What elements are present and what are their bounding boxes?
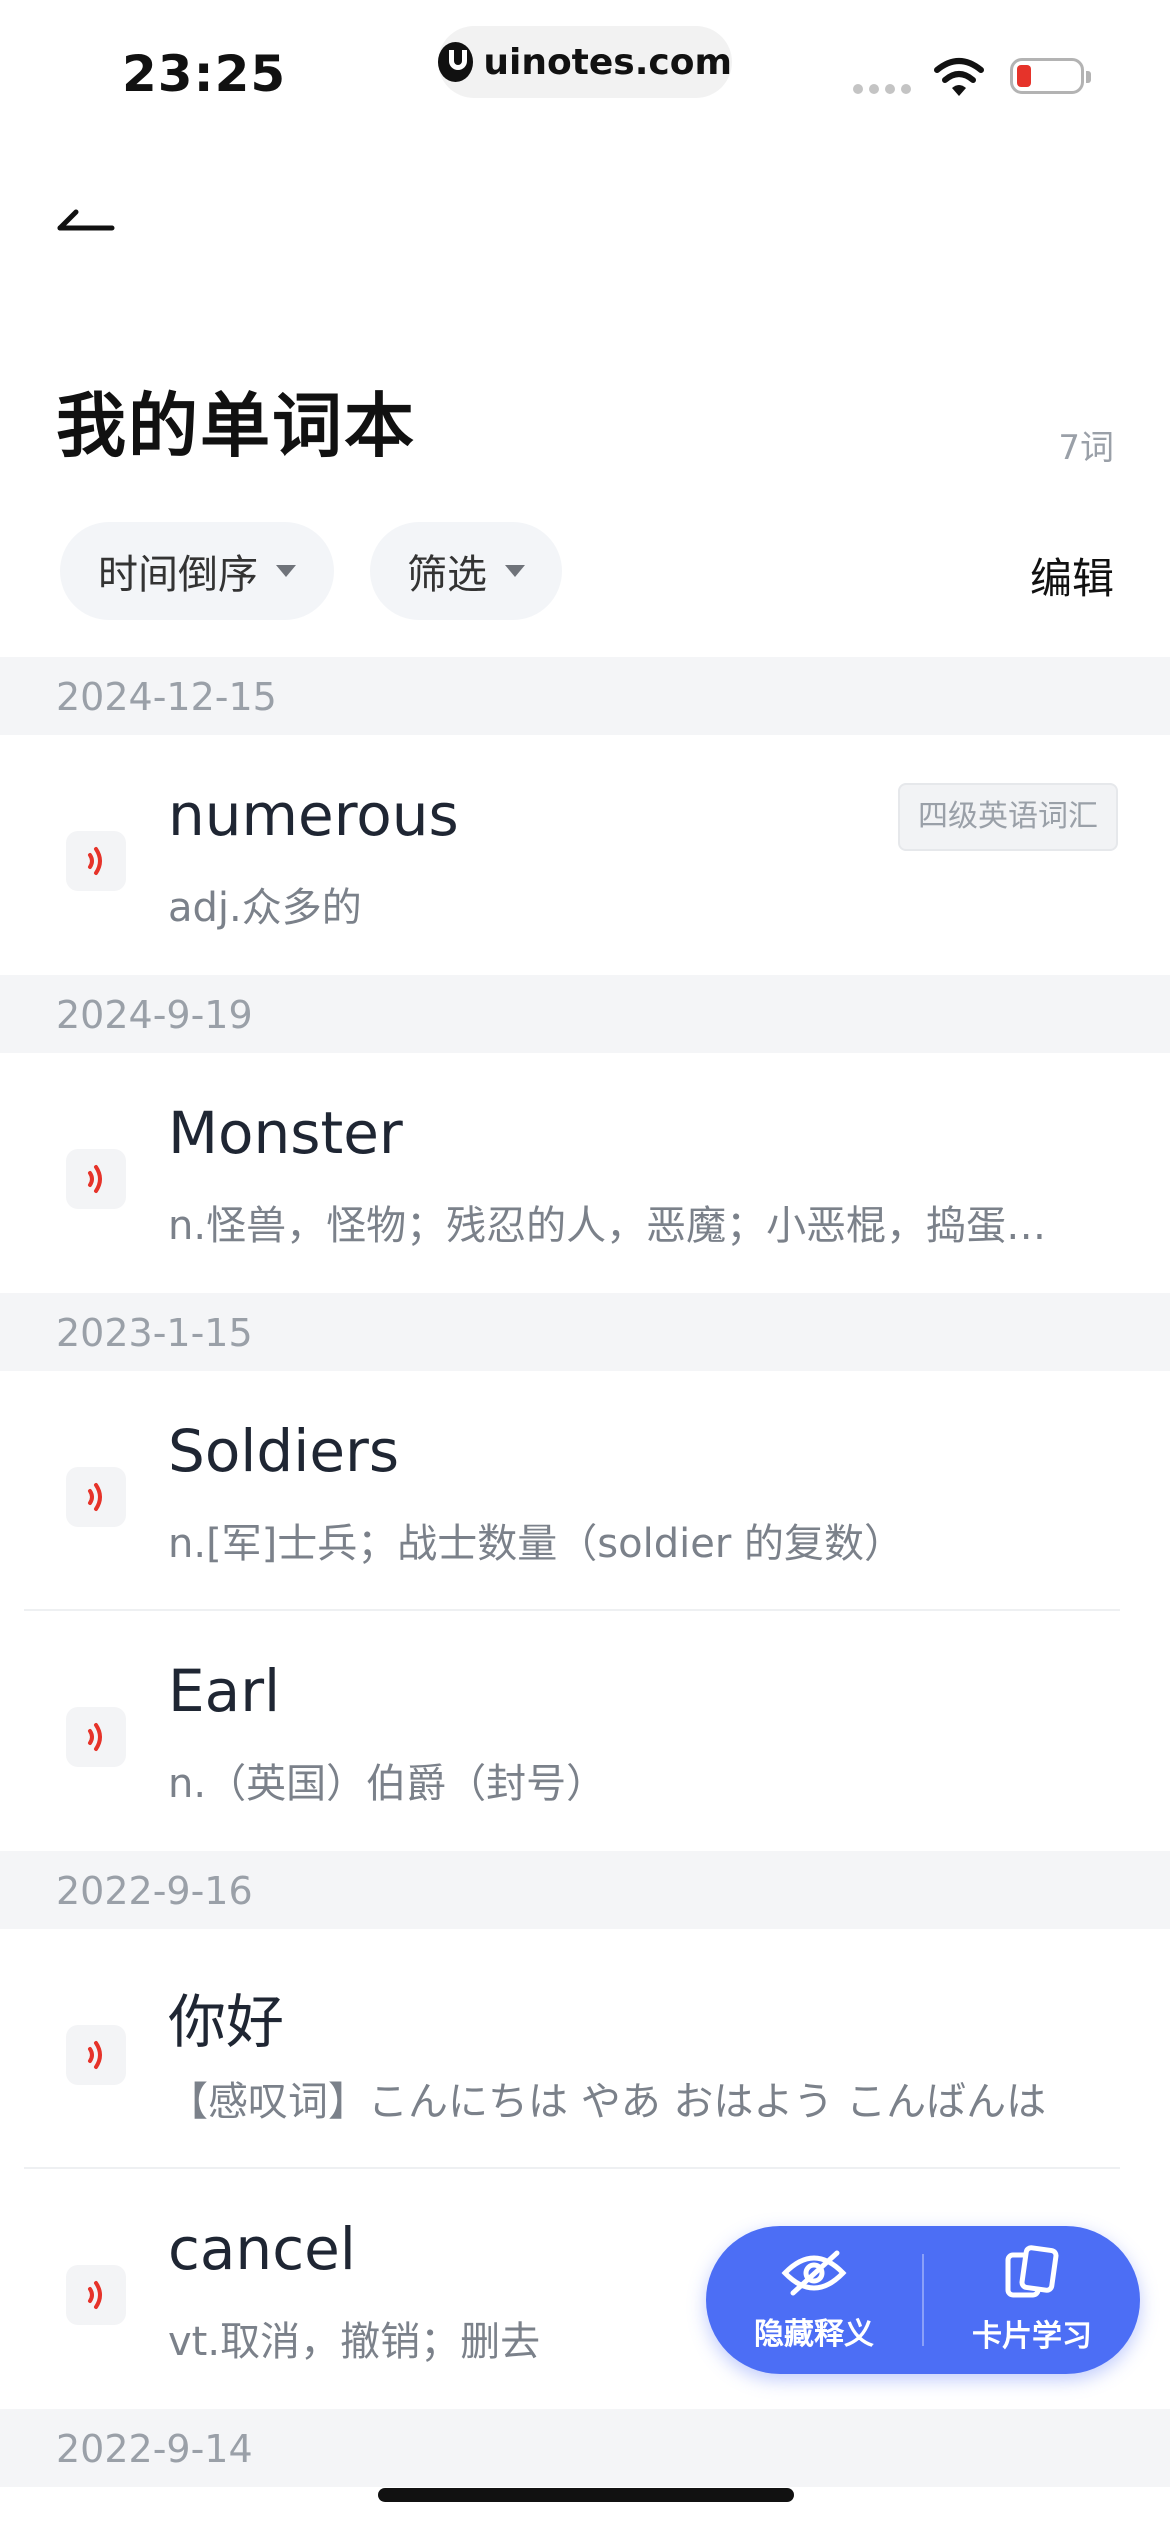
word-text: Monster bbox=[168, 1099, 403, 1167]
list-item[interactable]: Monster n.怪兽，怪物；残忍的人，恶魔；小恶棍，捣蛋… bbox=[0, 1053, 1170, 1293]
status-time: 23:25 bbox=[122, 45, 287, 103]
filter-label: 筛选 bbox=[407, 552, 487, 598]
url-text: uinotes.com bbox=[483, 41, 732, 83]
word-text: 你好 bbox=[168, 1988, 285, 2056]
floating-action-bar: 隐藏释义 卡片学习 bbox=[706, 2226, 1140, 2374]
card-study-label: 卡片学习 bbox=[972, 2319, 1092, 2354]
battery-icon bbox=[1010, 58, 1091, 94]
cards-icon bbox=[1005, 2245, 1059, 2298]
word-count: 7词 bbox=[1058, 428, 1114, 468]
list-item[interactable]: 你好 【感叹词】こんにちは やあ おはよう こんばんは bbox=[0, 1929, 1170, 2169]
speaker-icon[interactable] bbox=[66, 1149, 126, 1209]
caret-down-icon bbox=[276, 565, 296, 577]
speaker-icon[interactable] bbox=[66, 2025, 126, 2085]
back-arrow-icon[interactable] bbox=[56, 198, 116, 238]
date-separator: 2024-9-19 bbox=[0, 975, 1170, 1053]
vocab-tag: 四级英语词汇 bbox=[898, 783, 1118, 851]
filter-dropdown[interactable]: 筛选 bbox=[370, 522, 562, 620]
home-indicator[interactable] bbox=[378, 2488, 794, 2502]
status-bar: 23:25 uinotes.com bbox=[0, 0, 1170, 140]
hide-meaning-button[interactable]: 隐藏释义 bbox=[706, 2226, 922, 2374]
hide-meaning-label: 隐藏释义 bbox=[754, 2317, 874, 2352]
sort-label: 时间倒序 bbox=[98, 552, 258, 598]
speaker-icon[interactable] bbox=[66, 831, 126, 891]
word-text: Earl bbox=[168, 1657, 281, 1725]
word-meaning: n.怪兽，怪物；残忍的人，恶魔；小恶棍，捣蛋… bbox=[168, 1203, 1047, 1249]
wifi-icon bbox=[934, 58, 984, 96]
word-meaning: n.（英国）伯爵（封号） bbox=[168, 1761, 607, 1807]
word-list: 2024-12-15 numerous adj.众多的 四级英语词汇 2024-… bbox=[0, 657, 1170, 2487]
card-study-button[interactable]: 卡片学习 bbox=[924, 2226, 1140, 2374]
caret-down-icon bbox=[505, 565, 525, 577]
site-logo-icon bbox=[438, 42, 474, 82]
word-text: cancel bbox=[168, 2215, 356, 2283]
list-item[interactable]: Soldiers n.[军]士兵；战士数量（soldier 的复数） bbox=[0, 1371, 1170, 1611]
speaker-icon[interactable] bbox=[66, 1707, 126, 1767]
url-pill[interactable]: uinotes.com bbox=[438, 26, 732, 98]
edit-button[interactable]: 编辑 bbox=[1030, 545, 1114, 606]
date-separator: 2023-1-15 bbox=[0, 1293, 1170, 1371]
eye-hidden-icon bbox=[781, 2250, 847, 2296]
date-separator: 2022-9-16 bbox=[0, 1851, 1170, 1929]
word-text: numerous bbox=[168, 781, 459, 849]
list-item[interactable]: Earl n.（英国）伯爵（封号） bbox=[0, 1611, 1170, 1851]
page-title: 我的单词本 bbox=[56, 385, 416, 467]
word-meaning: 【感叹词】こんにちは やあ おはよう こんばんは bbox=[168, 2079, 1047, 2125]
speaker-icon[interactable] bbox=[66, 2265, 126, 2325]
date-separator: 2024-12-15 bbox=[0, 657, 1170, 735]
word-meaning: n.[军]士兵；战士数量（soldier 的复数） bbox=[168, 1521, 904, 1567]
date-separator: 2022-9-14 bbox=[0, 2409, 1170, 2487]
word-meaning: adj.众多的 bbox=[168, 885, 362, 931]
sort-dropdown[interactable]: 时间倒序 bbox=[60, 522, 334, 620]
list-item[interactable]: numerous adj.众多的 四级英语词汇 bbox=[0, 735, 1170, 975]
word-text: Soldiers bbox=[168, 1417, 400, 1485]
cellular-signal-icon bbox=[853, 84, 911, 94]
speaker-icon[interactable] bbox=[66, 1467, 126, 1527]
